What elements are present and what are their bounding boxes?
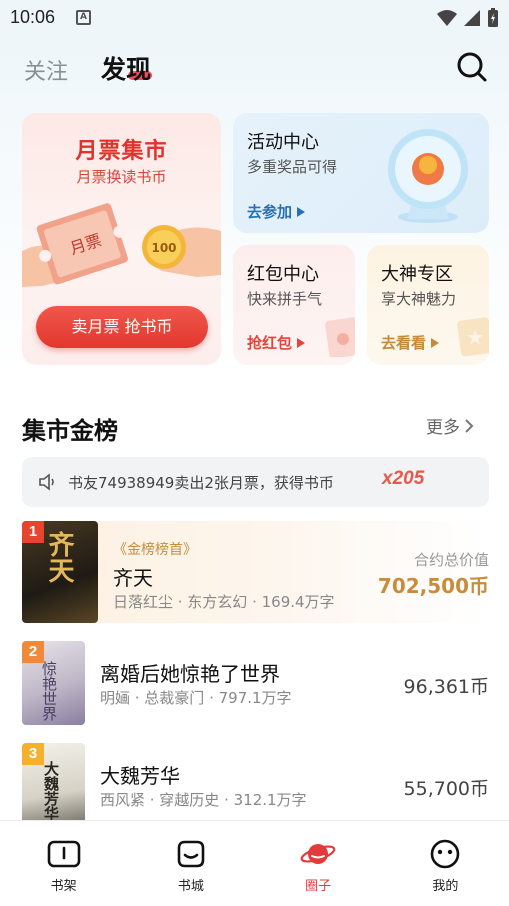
book-value: 55,700币 <box>403 778 489 800</box>
book-meta: 日落红尘 · 东方玄幻 · 169.4万字 <box>113 593 335 611</box>
leaderboard-row[interactable]: 大魏芳华 3 大魏芳华 西风紧 · 穿越历史 · 312.1万字 55,700币 <box>22 743 489 820</box>
nav-mine[interactable]: 我的 <box>382 821 509 906</box>
master-link[interactable]: 去看看 <box>381 332 440 353</box>
prize-wheel-icon <box>388 129 468 223</box>
bookshelf-icon <box>47 840 80 868</box>
leaderboard-title: 集市金榜 <box>22 417 118 445</box>
tab-follow[interactable]: 关注 <box>24 54 68 86</box>
activity-title: 活动中心 <box>247 132 319 153</box>
redpacket-title: 红包中心 <box>247 264 319 285</box>
book-cover: 齐天 1 <box>22 521 98 623</box>
redpacket-subtitle: 快来拼手气 <box>247 290 323 308</box>
signal-icon <box>464 10 480 26</box>
chevron-right-icon <box>465 418 474 433</box>
status-icons <box>437 8 499 28</box>
activity-center-card[interactable]: 活动中心 多重奖品可得 去参加 <box>233 113 489 233</box>
rank-badge: 1 <box>22 521 44 543</box>
red-envelope-icon <box>325 317 355 357</box>
bottom-navigation: 书架 书城 圈子 我的 <box>0 820 509 906</box>
book-meta: 西风紧 · 穿越历史 · 312.1万字 <box>100 791 307 809</box>
search-icon <box>457 52 487 82</box>
nav-bookshelf-label: 书架 <box>50 879 77 894</box>
status-time: 10:06 <box>10 7 56 27</box>
master-link-label: 去看看 <box>381 334 427 352</box>
book-cover: 惊艳世界 2 <box>22 641 85 725</box>
more-label: 更多 <box>426 418 460 438</box>
nav-bookstore-label: 书城 <box>177 879 204 894</box>
cover-title: 齐天 <box>44 531 74 583</box>
redpacket-link-label: 抢红包 <box>247 334 293 352</box>
book-value: 702,500币 <box>377 574 489 598</box>
ticket-market-card[interactable]: 月票集市 月票换读书币 月票 100 卖月票 抢书币 <box>22 113 221 365</box>
wifi-icon <box>437 10 457 26</box>
speaker-icon <box>39 473 54 491</box>
trade-notice-bar: 书友74938949卖出2张月票，获得书币 x205 <box>22 457 489 507</box>
leaderboard-row[interactable]: 惊艳世界 2 离婚后她惊艳了世界 明婳 · 总裁豪门 · 797.1万字 96,… <box>22 641 489 725</box>
nav-bookstore[interactable]: 书城 <box>127 821 254 906</box>
notification-icon: A <box>76 10 91 25</box>
more-link[interactable]: 更多 <box>426 413 474 438</box>
nav-mine-label: 我的 <box>432 879 459 894</box>
value-label: 合约总价值 <box>413 551 489 569</box>
ticket-coin-illustration: 月票 100 <box>22 203 221 287</box>
book-cover: 大魏芳华 3 <box>22 743 85 820</box>
redpacket-center-card[interactable]: 红包中心 快来拼手气 抢红包 <box>233 245 355 365</box>
notice-amount: x205 <box>382 468 425 489</box>
book-title: 离婚后她惊艳了世界 <box>100 662 280 686</box>
bookstore-icon <box>177 840 205 868</box>
nav-circle-label: 圈子 <box>305 879 332 894</box>
top-rank-badge: 《金榜榜首》 <box>113 542 197 558</box>
rank-badge: 3 <box>22 743 44 765</box>
cover-title: 惊艳世界 <box>40 661 58 721</box>
coin-text: 100 <box>151 241 176 255</box>
book-title: 大魏芳华 <box>100 764 180 788</box>
activity-link-label: 去参加 <box>247 203 293 221</box>
nav-bookshelf[interactable]: 书架 <box>0 821 127 906</box>
search-button[interactable] <box>456 51 488 83</box>
activity-link[interactable]: 去参加 <box>247 201 306 222</box>
nav-circle[interactable]: 圈子 <box>255 821 382 906</box>
master-subtitle: 享大神魅力 <box>381 290 457 308</box>
activity-subtitle: 多重奖品可得 <box>247 158 338 176</box>
ticket-market-title: 月票集市 <box>75 139 168 164</box>
book-meta: 明婳 · 总裁豪门 · 797.1万字 <box>100 689 292 707</box>
battery-icon <box>488 8 498 27</box>
redpacket-link[interactable]: 抢红包 <box>247 332 306 353</box>
rank-badge: 2 <box>22 641 44 663</box>
book-title: 齐天 <box>113 566 153 590</box>
sell-ticket-button[interactable]: 卖月票 抢书币 <box>36 306 208 348</box>
caret-right-icon <box>431 338 440 348</box>
planet-icon <box>300 844 336 864</box>
ticket-market-subtitle: 月票换读书币 <box>76 168 167 186</box>
profile-face-icon <box>431 839 460 869</box>
book-value: 96,361币 <box>403 676 489 698</box>
caret-right-icon <box>297 338 306 348</box>
master-title: 大神专区 <box>381 264 453 285</box>
notice-text: 书友74938949卖出2张月票，获得书币 <box>68 474 334 492</box>
status-bar: 10:06 A <box>0 0 509 36</box>
star-badge-icon <box>457 317 489 357</box>
leaderboard-row[interactable]: 齐天 1 《金榜榜首》 齐天 日落红尘 · 东方玄幻 · 169.4万字 合约总… <box>22 521 489 623</box>
master-zone-card[interactable]: 大神专区 享大神魅力 去看看 <box>367 245 489 365</box>
cover-title: 大魏芳华 <box>42 761 60 820</box>
caret-right-icon <box>297 207 306 217</box>
tab-discover[interactable]: 发现 <box>101 50 151 86</box>
